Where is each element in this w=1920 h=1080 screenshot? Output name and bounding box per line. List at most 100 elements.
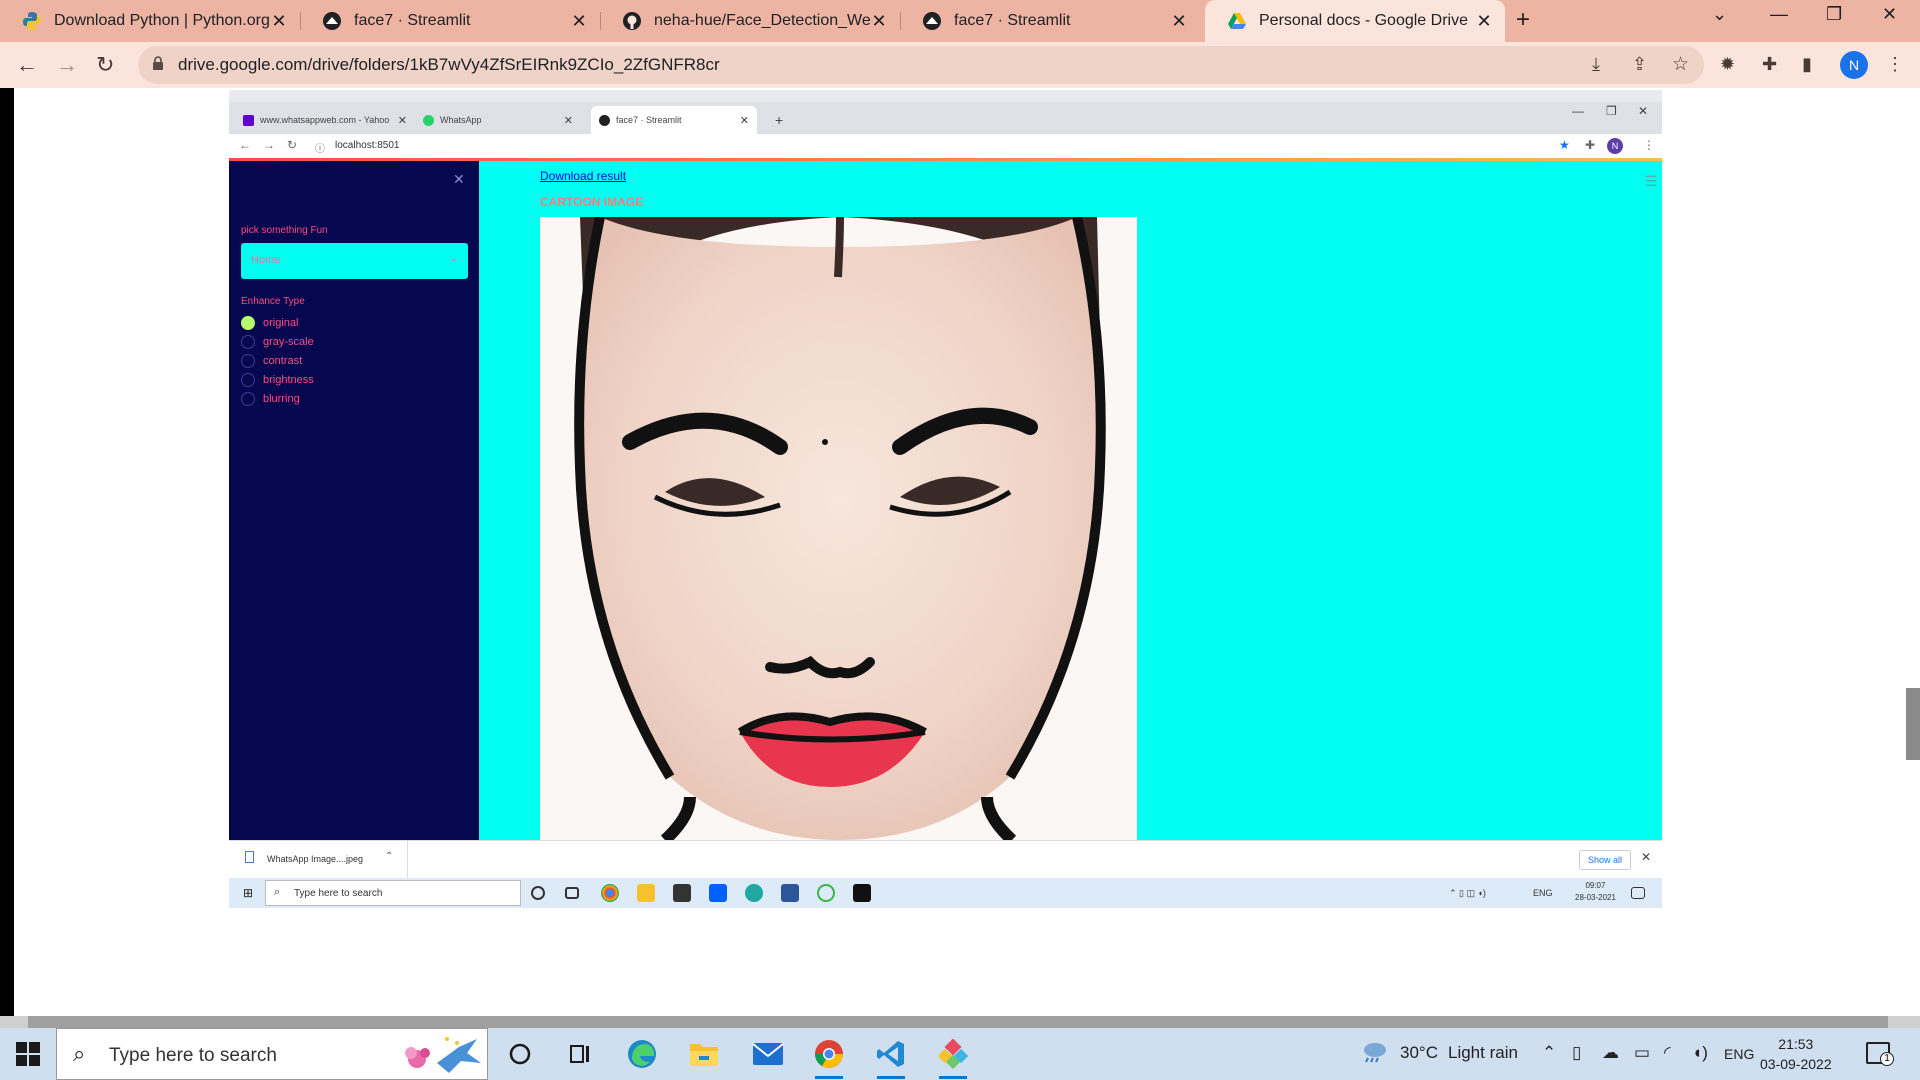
image-preview[interactable]: www.whatsappweb.com - Yahoo ✕ WhatsApp ✕…: [229, 90, 1662, 908]
side-panel-icon[interactable]: ▮: [1802, 54, 1812, 75]
inner-minimize-icon: —: [1572, 104, 1584, 118]
close-icon[interactable]: ✕: [1170, 11, 1188, 32]
file-icon: [245, 851, 254, 863]
menu-kebab-icon[interactable]: ⋮: [1886, 54, 1904, 75]
inner-tab-bar: www.whatsappweb.com - Yahoo ✕ WhatsApp ✕…: [229, 102, 1662, 134]
chevron-down-icon: ⌄: [449, 253, 458, 264]
horizontal-scrollbar[interactable]: [0, 1016, 1920, 1028]
streamlit-main: Download result CARTOON IMAGE ☰: [479, 161, 1662, 840]
github-icon: [622, 11, 642, 31]
share-icon[interactable]: ⇪: [1632, 54, 1647, 75]
reload-button[interactable]: ↻: [96, 52, 114, 78]
taskbar-clock[interactable]: 21:53 03-09-2022: [1760, 1034, 1832, 1074]
close-icon[interactable]: ✕: [570, 11, 588, 32]
chevron-up-icon: ⌃: [385, 851, 394, 862]
inner-new-tab-icon: +: [775, 112, 784, 128]
bookmark-star-icon[interactable]: ☆: [1672, 53, 1689, 76]
whatsapp-icon: [423, 114, 434, 126]
back-button[interactable]: ←: [16, 52, 38, 78]
python-icon: [22, 11, 42, 31]
task-view-button[interactable]: [562, 1036, 598, 1072]
address-bar[interactable]: drive.google.com/drive/folders/1kB7wVy4Z…: [138, 46, 1704, 84]
clock-date: 03-09-2022: [1760, 1056, 1832, 1072]
app-icon: [817, 884, 835, 902]
active-indicator: [815, 1076, 843, 1079]
chrome-icon: [601, 884, 619, 902]
show-all-button: Show all: [1579, 850, 1632, 870]
wifi-icon[interactable]: ◜: [1664, 1043, 1671, 1063]
language-indicator[interactable]: ENG: [1724, 1046, 1754, 1062]
extension-bug-icon[interactable]: ✹: [1720, 54, 1735, 75]
app-button[interactable]: [935, 1036, 971, 1079]
file-explorer-button[interactable]: [686, 1036, 722, 1072]
dropbox-icon: [709, 884, 727, 902]
hummingbird-search-decoration-icon: [405, 1037, 481, 1073]
browser-toolbar: ← → ↻ drive.google.com/drive/folders/1kB…: [0, 42, 1920, 88]
terminal-icon: [853, 884, 871, 902]
inner-clock: 09:07 28-03-2021: [1575, 880, 1616, 904]
google-drive-icon: [1227, 11, 1247, 31]
restore-button[interactable]: ❐: [1826, 4, 1842, 25]
inner-back-icon: ←: [239, 138, 251, 152]
scrollbar-thumb[interactable]: [28, 1016, 1888, 1028]
install-app-icon[interactable]: ⤓: [1592, 54, 1600, 75]
download-file-name: WhatsApp Image....jpeg: [267, 854, 364, 864]
inner-profile-avatar: N: [1607, 138, 1623, 154]
new-tab-button[interactable]: +: [1516, 6, 1530, 34]
vertical-scrollbar[interactable]: [1890, 88, 1920, 1016]
inner-notification-icon: [1631, 887, 1645, 899]
close-icon[interactable]: ✕: [1475, 11, 1493, 32]
windows-start-button[interactable]: [16, 1042, 40, 1066]
speaker-icon[interactable]: ◖): [1692, 1043, 1708, 1063]
forward-button[interactable]: →: [56, 52, 78, 78]
word-icon: [781, 884, 799, 902]
profile-avatar[interactable]: N: [1840, 51, 1868, 79]
tab-title: Personal docs - Google Drive: [1259, 12, 1468, 29]
close-window-button[interactable]: ✕: [1882, 4, 1897, 25]
scrollbar-thumb[interactable]: [1906, 688, 1920, 760]
streamlit-icon: [322, 11, 342, 31]
taskbar-search-box[interactable]: ⌕ Type here to search: [56, 1028, 488, 1080]
edge-button[interactable]: [624, 1036, 660, 1072]
search-placeholder: Type here to search: [109, 1045, 277, 1066]
download-bar: WhatsApp Image....jpeg ⌃ Show all ✕: [229, 840, 1662, 879]
vscode-button[interactable]: [873, 1036, 909, 1079]
notification-center-icon[interactable]: 1: [1866, 1042, 1894, 1066]
tab-title: face7 · Streamlit: [954, 12, 1071, 29]
device-icon[interactable]: ▯: [1572, 1043, 1581, 1063]
radio-label: original: [263, 317, 299, 329]
minimize-button[interactable]: —: [1770, 4, 1788, 25]
chrome-button[interactable]: [811, 1036, 847, 1079]
tab-github[interactable]: neha-hue/Face_Detection_WebA ✕: [600, 0, 900, 42]
close-icon[interactable]: ✕: [270, 11, 288, 32]
onedrive-cloud-icon[interactable]: ☁: [1602, 1043, 1619, 1063]
radio-contrast: contrast: [241, 353, 302, 369]
lock-icon[interactable]: [152, 56, 164, 76]
chevron-up-icon[interactable]: ⌃: [1542, 1043, 1556, 1063]
tab-title: Download Python | Python.org: [54, 12, 270, 29]
inner-menu-icon: ⋮: [1643, 138, 1655, 152]
tab-search-chevron-icon[interactable]: ⌄: [1712, 4, 1727, 25]
cortana-button[interactable]: [502, 1036, 538, 1072]
weather-text[interactable]: Light rain: [1448, 1043, 1518, 1063]
tab-google-drive[interactable]: Personal docs - Google Drive ✕: [1205, 0, 1505, 42]
mail-button[interactable]: [750, 1036, 786, 1072]
inner-toolbar: ← → ↻ ⓘ localhost:8501 ★ ✚ N ⋮: [229, 134, 1662, 158]
inner-forward-icon: →: [263, 138, 275, 152]
weather-temp[interactable]: 30°C: [1400, 1043, 1438, 1063]
inner-url-text: localhost:8501: [335, 140, 400, 151]
notification-count-badge: 1: [1880, 1052, 1894, 1066]
radio-dot: [241, 316, 255, 330]
tab-streamlit-2[interactable]: face7 · Streamlit ✕: [900, 0, 1200, 42]
cropped-strip: [229, 90, 1662, 102]
extensions-puzzle-icon[interactable]: ✚: [1762, 54, 1777, 75]
battery-icon[interactable]: ▭: [1634, 1043, 1650, 1063]
radio-original: original: [241, 315, 298, 331]
close-icon: ✕: [563, 114, 573, 127]
task-view-icon: [565, 887, 579, 899]
close-icon[interactable]: ✕: [870, 11, 888, 32]
radio-label: blurring: [263, 393, 300, 405]
weather-cloud-icon[interactable]: [1360, 1040, 1388, 1069]
tab-python[interactable]: Download Python | Python.org ✕: [0, 0, 300, 42]
tab-streamlit[interactable]: face7 · Streamlit ✕: [300, 0, 600, 42]
